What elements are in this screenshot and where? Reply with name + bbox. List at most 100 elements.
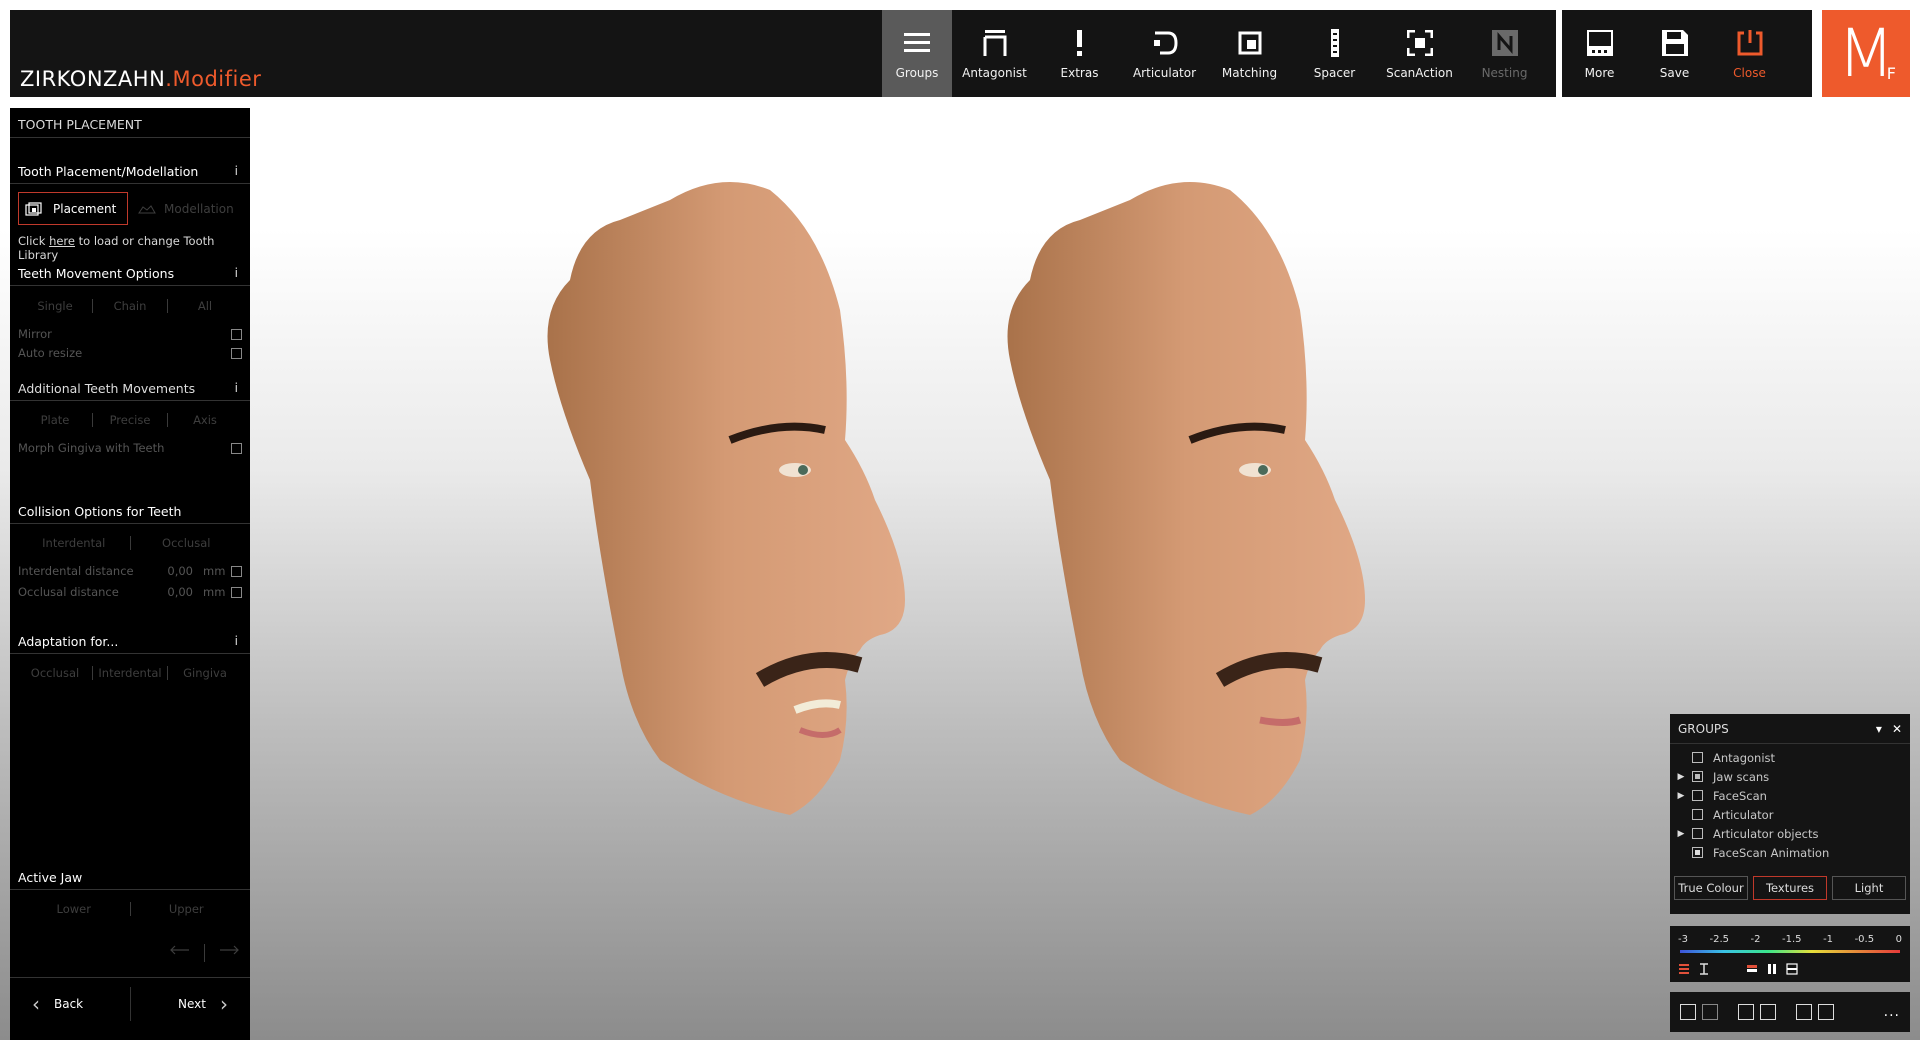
logo-sub: F: [1886, 64, 1896, 83]
auto-resize-checkbox[interactable]: [231, 347, 242, 359]
more-views-icon[interactable]: ...: [1884, 1004, 1900, 1020]
mode-precise[interactable]: Precise: [93, 413, 168, 427]
layers-icon[interactable]: [1786, 960, 1798, 979]
group-checkbox[interactable]: [1692, 809, 1703, 820]
face-scan-left[interactable]: [547, 182, 906, 815]
movement-all[interactable]: All: [168, 299, 242, 313]
groups-button[interactable]: Groups: [882, 10, 952, 97]
occlusal-distance-value[interactable]: 0,00: [163, 585, 193, 599]
collision-interdental[interactable]: Interdental: [18, 536, 131, 550]
mode-axis[interactable]: Axis: [168, 413, 242, 427]
close-button[interactable]: Close: [1712, 10, 1787, 97]
group-checkbox[interactable]: [1692, 847, 1703, 858]
articulator-button[interactable]: Articulator: [1122, 10, 1207, 97]
group-checkbox[interactable]: [1692, 752, 1703, 763]
modellation-button[interactable]: Modellation: [138, 192, 234, 225]
text-cursor-icon[interactable]: [1698, 960, 1710, 979]
expand-arrow-icon[interactable]: ▶: [1670, 791, 1692, 801]
collision-occlusal[interactable]: Occlusal: [131, 536, 243, 550]
expand-arrow-icon[interactable]: ▶: [1670, 772, 1692, 782]
flag-icon[interactable]: [1746, 960, 1758, 979]
adaptation-occlusal[interactable]: Occlusal: [18, 666, 93, 680]
group-item-antagonist[interactable]: Antagonist: [1670, 748, 1910, 767]
view-single-icon[interactable]: [1680, 1004, 1696, 1020]
group-checkbox[interactable]: [1692, 790, 1703, 801]
tooth-placement-panel: TOOTH PLACEMENT Tooth Placement/Modellat…: [10, 108, 250, 1040]
3d-viewport[interactable]: [520, 160, 1520, 964]
morph-checkbox[interactable]: [231, 442, 242, 454]
back-label: Back: [54, 996, 84, 1011]
adaptation-interdental[interactable]: Interdental: [93, 666, 168, 680]
matching-label: Matching: [1221, 66, 1278, 80]
groups-label: Groups: [895, 66, 939, 80]
nesting-icon: [1491, 28, 1518, 58]
light-button[interactable]: Light: [1832, 876, 1906, 900]
interdental-distance-value[interactable]: 0,00: [163, 564, 193, 578]
face-scan-right[interactable]: [1007, 182, 1366, 815]
nesting-button[interactable]: Nesting: [1462, 10, 1547, 97]
view-right-icon[interactable]: [1760, 1004, 1776, 1020]
view-left-icon[interactable]: [1738, 1004, 1754, 1020]
scale-labels: -3 -2.5 -2 -1.5 -1 -0.5 0: [1678, 934, 1902, 945]
group-checkbox[interactable]: [1692, 771, 1703, 782]
info-icon[interactable]: i: [235, 164, 242, 183]
occlusal-checkbox[interactable]: [231, 586, 242, 598]
adaptation-gingiva[interactable]: Gingiva: [168, 666, 242, 680]
mode-plate[interactable]: Plate: [18, 413, 93, 427]
group-item-articulator-objects[interactable]: ▶ Articulator objects: [1670, 824, 1910, 843]
spacer-button[interactable]: Spacer: [1292, 10, 1377, 97]
matching-button[interactable]: Matching: [1207, 10, 1292, 97]
scan-action-button[interactable]: ScanAction: [1377, 10, 1462, 97]
placement-label: Placement: [53, 201, 117, 216]
occlusal-distance-option: Occlusal distance 0,00 mm: [18, 584, 242, 600]
scale-tick: -0.5: [1854, 934, 1875, 945]
section-placement-modellation: Tooth Placement/Modellation i: [10, 164, 250, 184]
close-icon[interactable]: ✕: [1892, 722, 1902, 736]
group-item-articulator[interactable]: Articulator: [1670, 805, 1910, 824]
jaw-upper[interactable]: Upper: [131, 902, 243, 916]
view-bottom-icon[interactable]: [1818, 1004, 1834, 1020]
info-icon[interactable]: i: [235, 634, 242, 653]
scale-list-icon[interactable]: [1678, 960, 1690, 979]
articulator-label: Articulator: [1132, 66, 1197, 80]
tooth-library-link[interactable]: here: [49, 234, 75, 248]
groups-header: GROUPS ▾ ✕: [1670, 714, 1910, 744]
mirror-checkbox[interactable]: [231, 328, 242, 340]
textures-button[interactable]: Textures: [1753, 876, 1827, 900]
scale-tick: -2.5: [1709, 934, 1730, 945]
placement-button[interactable]: Placement: [18, 192, 128, 225]
antagonist-button[interactable]: Antagonist: [952, 10, 1037, 97]
face-scans-render: [547, 182, 1366, 815]
movement-single[interactable]: Single: [18, 299, 93, 313]
group-item-facescan-animation[interactable]: FaceScan Animation: [1670, 843, 1910, 862]
arrow-left-icon[interactable]: [168, 944, 190, 962]
expand-arrow-icon[interactable]: ▶: [1670, 829, 1692, 839]
next-button[interactable]: Next ›: [131, 992, 251, 1016]
section-label: Adaptation for...: [18, 634, 119, 649]
group-label: Jaw scans: [1713, 769, 1770, 784]
group-checkbox[interactable]: [1692, 828, 1703, 839]
placement-icon: [25, 201, 43, 216]
true-colour-button[interactable]: True Colour: [1674, 876, 1748, 900]
movement-chain[interactable]: Chain: [93, 299, 168, 313]
view-front-icon[interactable]: [1702, 1004, 1718, 1020]
arrow-right-icon[interactable]: [219, 944, 241, 962]
save-label: Save: [1659, 66, 1690, 80]
info-icon[interactable]: i: [235, 266, 242, 285]
articulator-icon: [1152, 28, 1178, 58]
jaw-lower[interactable]: Lower: [18, 902, 131, 916]
tooth-library-hint: Click here to load or change Tooth Libra…: [18, 234, 250, 262]
group-item-facescan[interactable]: ▶ FaceScan: [1670, 786, 1910, 805]
info-icon[interactable]: i: [235, 381, 242, 400]
adaptation-mode-selector: Occlusal Interdental Gingiva: [18, 661, 242, 685]
scale-tick: -2: [1750, 934, 1761, 945]
interdental-checkbox[interactable]: [231, 565, 242, 577]
extras-button[interactable]: Extras: [1037, 10, 1122, 97]
save-button[interactable]: Save: [1637, 10, 1712, 97]
back-button[interactable]: ‹ Back: [10, 986, 131, 1021]
group-item-jaw-scans[interactable]: ▶ Jaw scans: [1670, 767, 1910, 786]
more-button[interactable]: More: [1562, 10, 1637, 97]
view-top-icon[interactable]: [1796, 1004, 1812, 1020]
collapse-icon[interactable]: ▾: [1876, 722, 1882, 736]
pause-icon[interactable]: [1766, 960, 1778, 979]
